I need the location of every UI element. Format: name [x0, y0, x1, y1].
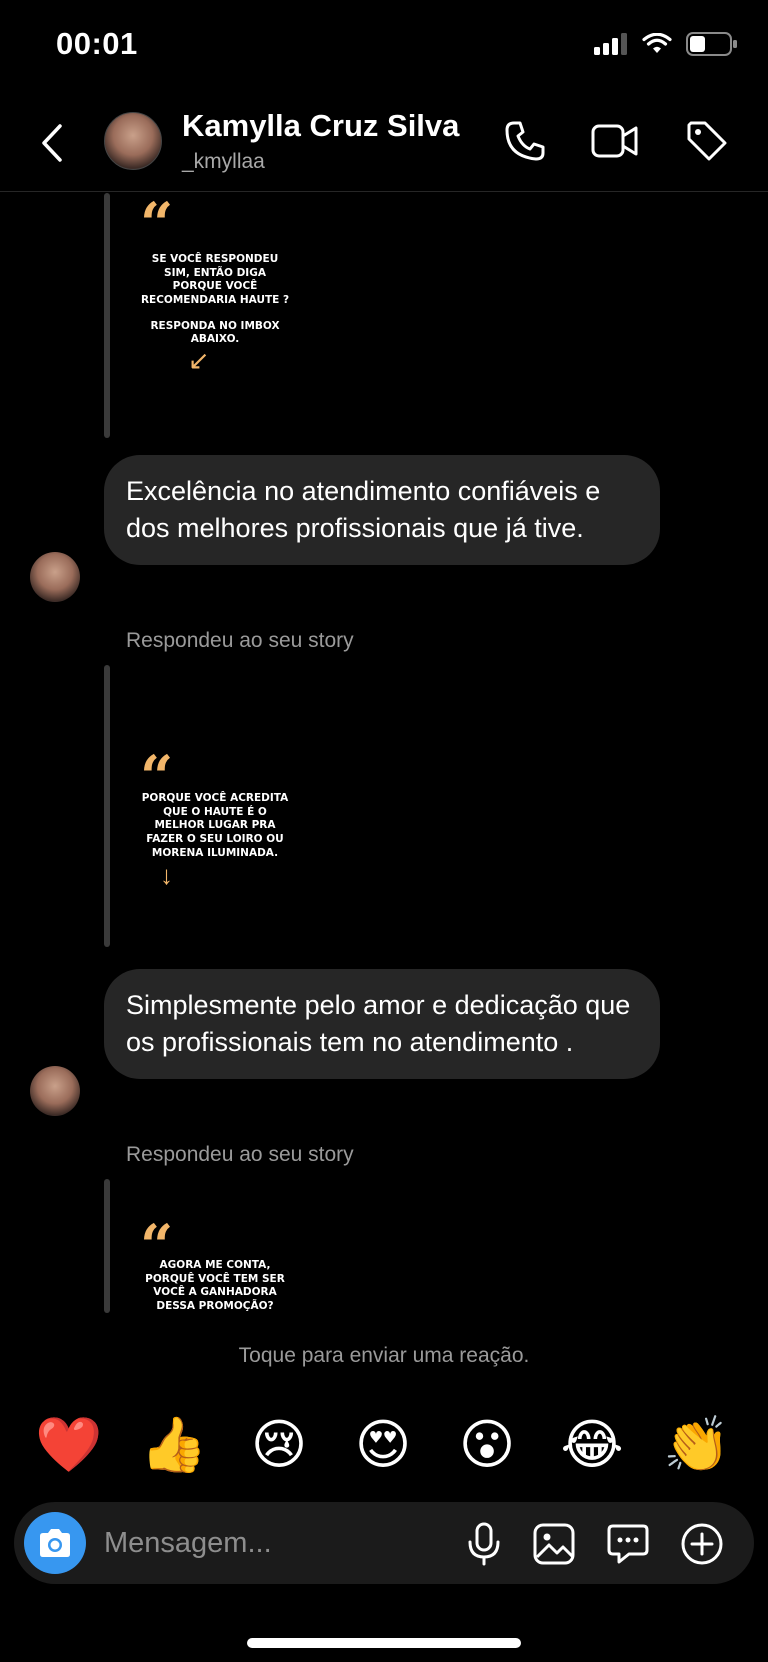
laughing-reaction[interactable]: 😂 [557, 1410, 627, 1480]
tag-button[interactable] [682, 116, 732, 166]
camera-icon [40, 1529, 70, 1557]
home-indicator[interactable] [247, 1638, 521, 1648]
message-thread[interactable]: “ SE VOCÊ RESPONDEU SIM, ENTÃO DIGA PORQ… [0, 193, 768, 1315]
video-call-button[interactable] [590, 116, 640, 166]
quote-mark-icon: “ [140, 193, 174, 258]
heart-eyes-reaction[interactable]: 😍 [348, 1410, 418, 1480]
back-button[interactable] [34, 118, 70, 168]
phone-icon [505, 121, 545, 161]
story-text: SE VOCÊ RESPONDEU SIM, ENTÃO DIGA PORQUE… [140, 253, 290, 306]
chat-header: Kamylla Cruz Silva _kmyllaa [0, 100, 768, 192]
avatar[interactable] [30, 1066, 80, 1116]
avatar[interactable] [30, 552, 80, 602]
story-reply-bar [104, 193, 110, 438]
quote-mark-icon: “ [140, 743, 174, 811]
story-text: AGORA ME CONTA, PORQUÊ VOCÊ TEM SER VOCÊ… [145, 1259, 285, 1312]
story-preview[interactable]: “ AGORA ME CONTA, PORQUÊ VOCÊ TEM SER VO… [140, 1217, 290, 1314]
contact-username[interactable]: _kmyllaa [182, 150, 265, 174]
more-options-button[interactable] [678, 1520, 726, 1568]
story-text: RESPONDA NO IMBOX ABAIXO. [150, 319, 280, 346]
voice-message-button[interactable] [460, 1520, 508, 1568]
video-camera-icon [591, 124, 638, 158]
story-text: PORQUE VOCÊ ACREDITA QUE O HAUTE É O MEL… [141, 792, 289, 859]
message-bubble[interactable]: Simplesmente pelo amor e dedicação que o… [104, 969, 660, 1079]
avatar[interactable] [104, 112, 162, 170]
replied-to-story-label: Respondeu ao seu story [126, 1143, 354, 1166]
clapping-reaction[interactable]: 👏 [662, 1410, 732, 1480]
chat-bubble-icon [607, 1524, 649, 1564]
message-input[interactable] [104, 1518, 424, 1568]
gallery-button[interactable] [530, 1520, 578, 1568]
status-time: 00:01 [56, 26, 138, 61]
message-composer [14, 1502, 754, 1584]
curved-arrow-icon: ↓ [160, 860, 173, 891]
story-reply-bar [104, 1179, 110, 1313]
image-icon [533, 1523, 575, 1565]
thumbs-up-reaction[interactable]: 👍 [139, 1410, 209, 1480]
message-bubble[interactable]: Excelência no atendimento confiáveis e d… [104, 455, 660, 565]
status-icons [594, 32, 738, 56]
contact-name[interactable]: Kamylla Cruz Silva [182, 108, 459, 144]
heart-reaction[interactable]: ❤️ [34, 1410, 104, 1480]
tag-icon [687, 121, 727, 161]
sticker-button[interactable] [604, 1520, 652, 1568]
battery-icon [686, 32, 737, 56]
microphone-icon [468, 1522, 500, 1566]
camera-button[interactable] [24, 1512, 86, 1574]
surprised-reaction[interactable]: 😮 [452, 1410, 522, 1480]
tap-to-react-hint: Toque para enviar uma reação. [238, 1344, 530, 1367]
wifi-icon [642, 33, 672, 53]
story-preview[interactable]: “ SE VOCÊ RESPONDEU SIM, ENTÃO DIGA PORQ… [140, 195, 290, 373]
replied-to-story-label: Respondeu ao seu story [126, 629, 354, 652]
quote-mark-icon: “ [140, 1212, 174, 1280]
audio-call-button[interactable] [500, 116, 550, 166]
status-bar: 00:01 [0, 0, 768, 90]
plus-circle-icon [681, 1523, 723, 1565]
story-reply-bar [104, 665, 110, 947]
chevron-left-icon [42, 124, 62, 162]
crying-reaction[interactable]: 😢 [244, 1410, 314, 1480]
cellular-signal-icon [594, 33, 627, 55]
reaction-bar: ❤️ 👍 😢 😍 😮 😂 👏 [0, 1410, 768, 1480]
story-preview[interactable]: “ PORQUE VOCÊ ACREDITA QUE O HAUTE É O M… [140, 748, 290, 888]
curved-arrow-icon: ↙ [188, 344, 210, 375]
